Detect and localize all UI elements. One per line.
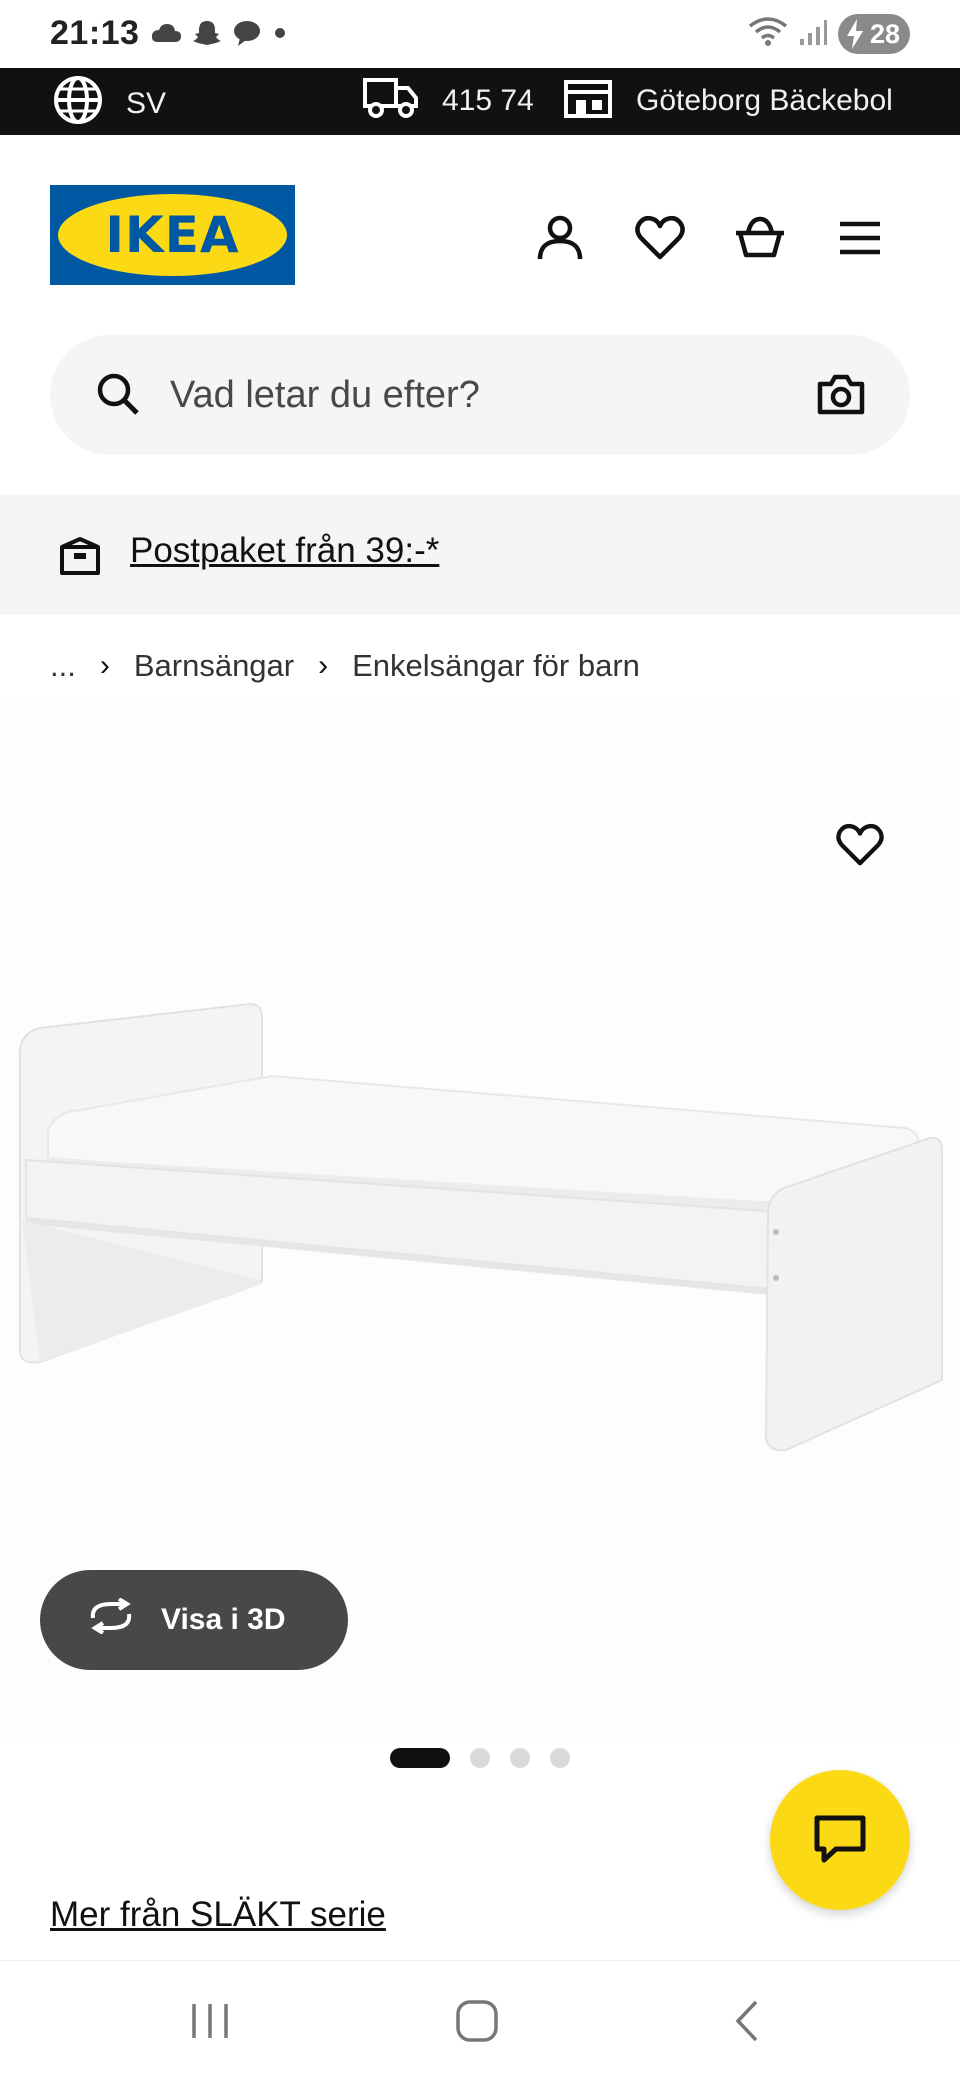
wifi-icon [748,16,788,53]
gallery-dot-3[interactable] [510,1748,530,1768]
add-to-favourites-heart-icon[interactable] [836,823,884,872]
home-icon[interactable] [437,1991,517,2051]
system-navigation-bar [0,1960,960,2080]
status-bar: 21:13 28 [0,0,960,68]
heart-icon[interactable] [632,210,688,266]
snapchat-icon [192,18,222,53]
search-icon[interactable] [95,371,141,422]
chat-icon [812,1813,868,1868]
battery-icon: 28 [838,14,910,54]
breadcrumb-item-barnsangar[interactable]: Barnsängar [134,648,294,684]
chevron-right-icon: › [99,649,110,682]
store-icon [562,74,614,128]
breadcrumb-item-ellipsis[interactable]: ... [50,648,76,684]
site-header: IKEA [0,135,960,335]
series-link[interactable]: Mer från SLÄKT serie [50,1895,386,1935]
camera-icon[interactable] [817,372,865,421]
product-image-bed [0,990,960,1475]
account-icon[interactable] [532,210,588,266]
breadcrumb-item-enkelsangar[interactable]: Enkelsängar för barn [352,648,640,684]
back-icon[interactable] [707,1991,787,2051]
gallery-dot-1[interactable] [390,1748,450,1768]
postcode-selector[interactable]: 415 74 [362,74,534,128]
store-selector[interactable]: Göteborg Bäckebol [562,74,893,128]
store-label: Göteborg Bäckebol [636,84,893,117]
logo-text: IKEA [105,206,240,264]
logo-oval: IKEA [58,194,287,276]
search-bar[interactable] [50,335,910,455]
chat-bubble-icon [232,18,262,53]
search-input[interactable] [170,363,810,427]
cloud-icon [150,22,182,49]
gallery-dot-4[interactable] [550,1748,570,1768]
view-in-3d-label: Visa i 3D [161,1603,286,1636]
language-label: SV [126,87,167,120]
status-right-icons: 28 [748,14,910,54]
chat-button[interactable] [770,1770,910,1910]
store-info-bar: SV 415 74 Göteborg Bäckebol [0,68,960,135]
promo-banner: Postpaket från 39:-* [0,495,960,615]
battery-level: 28 [869,18,900,49]
menu-icon[interactable] [832,210,888,266]
recent-apps-icon[interactable] [170,1991,250,2051]
dot-icon [272,25,288,46]
language-selector[interactable]: SV [52,74,166,134]
truck-icon [362,74,420,128]
basket-icon[interactable] [732,210,788,266]
gallery-dot-2[interactable] [470,1748,490,1768]
parcel-icon [58,533,102,584]
signal-icon [798,17,828,52]
promo-link[interactable]: Postpaket från 39:-* [130,531,439,571]
status-left-icons [150,18,288,53]
globe-icon [52,74,104,134]
chevron-right-icon: › [318,649,329,682]
view-in-3d-button[interactable]: Visa i 3D [40,1570,348,1670]
postcode-label: 415 74 [442,84,534,117]
status-time: 21:13 [50,14,140,52]
rotate-3d-icon [85,1597,137,1642]
breadcrumb: ... › Barnsängar › Enkelsängar för barn [50,648,640,684]
gallery-pagination [390,1748,570,1768]
ikea-logo[interactable]: IKEA [50,185,295,285]
